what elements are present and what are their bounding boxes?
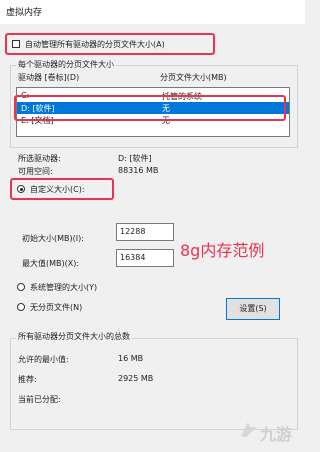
total-group-legend: 所有驱动器分页文件大小的总数	[16, 331, 132, 342]
size-column-header: 分页文件大小(MB)	[160, 73, 227, 82]
system-managed-label[interactable]: 系统管理的大小(Y)	[30, 282, 97, 293]
window-title: 虚拟内存	[6, 8, 43, 18]
selected-drive-highlight	[14, 95, 286, 121]
recommended-value: 2925 MB	[118, 374, 154, 383]
current-label: 当前已分配:	[18, 395, 61, 404]
min-value: 16 MB	[118, 354, 144, 363]
recommended-label: 推荐:	[18, 375, 37, 384]
initial-size-label: 初始大小(MB)(I):	[22, 234, 84, 243]
max-size-label: 最大值(MB)(X):	[22, 259, 80, 268]
set-button[interactable]: 设置(S)	[226, 298, 280, 320]
watermark-text: 九游	[260, 425, 293, 444]
annotation-text: 8g内存范例	[180, 241, 265, 260]
auto-manage-checkbox[interactable]	[12, 40, 20, 48]
no-paging-radio[interactable]	[17, 303, 25, 311]
drives-group-legend: 每个驱动器的分页文件大小	[16, 59, 116, 70]
custom-size-label[interactable]: 自定义大小(C):	[30, 184, 85, 195]
max-size-input[interactable]: 16384	[116, 249, 174, 267]
min-label: 允许的最小值:	[18, 355, 69, 364]
title-bar	[0, 0, 305, 24]
selected-drive-label: 所选驱动器:	[18, 154, 61, 163]
system-managed-radio[interactable]	[17, 283, 25, 291]
initial-size-input[interactable]: 12288	[116, 223, 174, 241]
free-space-label: 可用空间:	[18, 167, 53, 176]
no-paging-label[interactable]: 无分页文件(N)	[30, 302, 82, 313]
free-space-value: 88316 MB	[118, 166, 159, 175]
custom-size-radio[interactable]	[17, 185, 25, 193]
watermark-logo-icon	[241, 422, 257, 437]
selected-drive-value: D: [软件]	[118, 154, 152, 163]
auto-manage-label[interactable]: 自动管理所有驱动器的分页文件大小(A)	[25, 39, 165, 50]
total-group	[10, 338, 298, 430]
drive-column-header: 驱动器 [卷标](D)	[18, 73, 80, 82]
